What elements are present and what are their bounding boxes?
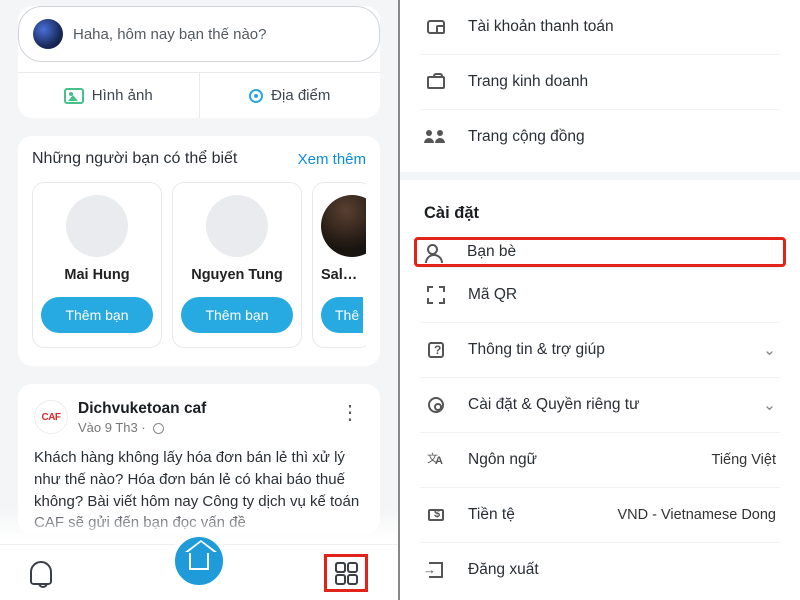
location-label: Địa điểm [271, 87, 330, 104]
home-icon [189, 552, 209, 570]
right-screen: Tài khoản thanh toán Trang kinh doanh Tr… [400, 0, 800, 600]
menu-item-currency[interactable]: Tiền tệ VND - Vietnamese Dong [420, 487, 780, 542]
composer-card: Haha, hôm nay bạn thế nào? Hình ảnh Địa … [18, 6, 380, 118]
feed-post: CAF Dichvuketoan caf Vào 9 Th3 · ⋮ Khách… [18, 384, 380, 534]
help-icon [428, 342, 444, 358]
notifications-button[interactable] [30, 561, 52, 585]
currency-icon [428, 509, 444, 521]
briefcase-icon [427, 76, 445, 89]
see-more-link[interactable]: Xem thêm [298, 151, 366, 168]
currency-value: VND - Vietnamese Dong [617, 507, 776, 523]
add-friend-button[interactable]: Thê [321, 297, 363, 333]
suggestion-card[interactable]: Nguyen Tung Thêm bạn [172, 182, 302, 348]
language-icon [427, 452, 445, 468]
gear-icon [428, 397, 444, 413]
menu-item-privacy[interactable]: Cài đặt & Quyền riêng tư ⌄ [420, 377, 780, 432]
menu-item-business[interactable]: Trang kinh doanh [420, 54, 780, 109]
photo-label: Hình ảnh [92, 87, 153, 104]
menu-item-qr[interactable]: Mã QR [420, 267, 780, 322]
menu-item-friends[interactable]: Bạn bè [414, 237, 786, 267]
suggestions-title: Những người bạn có thể biết [32, 150, 237, 168]
bottom-nav [0, 544, 398, 600]
wallet-icon [427, 20, 445, 34]
post-body: Khách hàng không lấy hóa đơn bán lẻ thì … [34, 447, 364, 534]
suggestion-name: Salmo [321, 267, 363, 283]
suggestion-name: Mai Hung [41, 267, 153, 283]
qr-icon [427, 286, 445, 304]
chevron-down-icon: ⌄ [763, 396, 776, 415]
globe-icon [153, 423, 164, 434]
menu-item-language[interactable]: Ngôn ngữ Tiếng Việt [420, 432, 780, 487]
logout-icon [429, 562, 443, 578]
settings-section-title: Cài đặt [400, 172, 800, 237]
friend-suggestions: Những người bạn có thể biết Xem thêm Mai… [18, 136, 380, 366]
user-avatar [33, 19, 63, 49]
suggestion-cards: Mai Hung Thêm bạn Nguyen Tung Thêm bạn S… [32, 182, 366, 348]
composer-prompt: Haha, hôm nay bạn thế nào? [73, 26, 266, 43]
left-screen: Haha, hôm nay bạn thế nào? Hình ảnh Địa … [0, 0, 400, 600]
home-button[interactable] [170, 532, 228, 590]
friend-icon [425, 244, 445, 260]
post-timestamp: Vào 9 Th3 · [78, 420, 336, 435]
add-friend-button[interactable]: Thêm bạn [41, 297, 153, 333]
image-icon [64, 88, 84, 104]
post-author-avatar[interactable]: CAF [34, 400, 68, 434]
suggestion-name: Nguyen Tung [181, 267, 293, 283]
menu-upper: Tài khoản thanh toán Trang kinh doanh Tr… [400, 0, 800, 164]
avatar-placeholder [206, 195, 268, 257]
composer-input[interactable]: Haha, hôm nay bạn thế nào? [18, 6, 380, 62]
menu-item-payment[interactable]: Tài khoản thanh toán [420, 0, 780, 54]
add-friend-button[interactable]: Thêm bạn [181, 297, 293, 333]
menu-settings: Bạn bè Mã QR Thông tin & trợ giúp ⌄ Cài … [400, 237, 800, 597]
suggestion-card[interactable]: Salmo Thê [312, 182, 366, 348]
community-icon [426, 130, 446, 144]
add-location-button[interactable]: Địa điểm [199, 72, 381, 118]
language-value: Tiếng Việt [712, 452, 777, 468]
post-author-name[interactable]: Dichvuketoan caf [78, 400, 336, 418]
menu-item-help[interactable]: Thông tin & trợ giúp ⌄ [420, 322, 780, 377]
menu-item-logout[interactable]: Đăng xuất [420, 542, 780, 597]
post-more-button[interactable]: ⋮ [336, 400, 364, 425]
pin-icon [249, 89, 263, 103]
menu-grid-icon[interactable] [335, 562, 357, 584]
composer-actions: Hình ảnh Địa điểm [18, 72, 380, 118]
chevron-down-icon: ⌄ [763, 341, 776, 360]
menu-item-community[interactable]: Trang cộng đồng [420, 109, 780, 164]
avatar [321, 195, 366, 257]
add-photo-button[interactable]: Hình ảnh [18, 72, 199, 118]
suggestion-card[interactable]: Mai Hung Thêm bạn [32, 182, 162, 348]
menu-button-highlight [324, 554, 368, 592]
avatar-placeholder [66, 195, 128, 257]
